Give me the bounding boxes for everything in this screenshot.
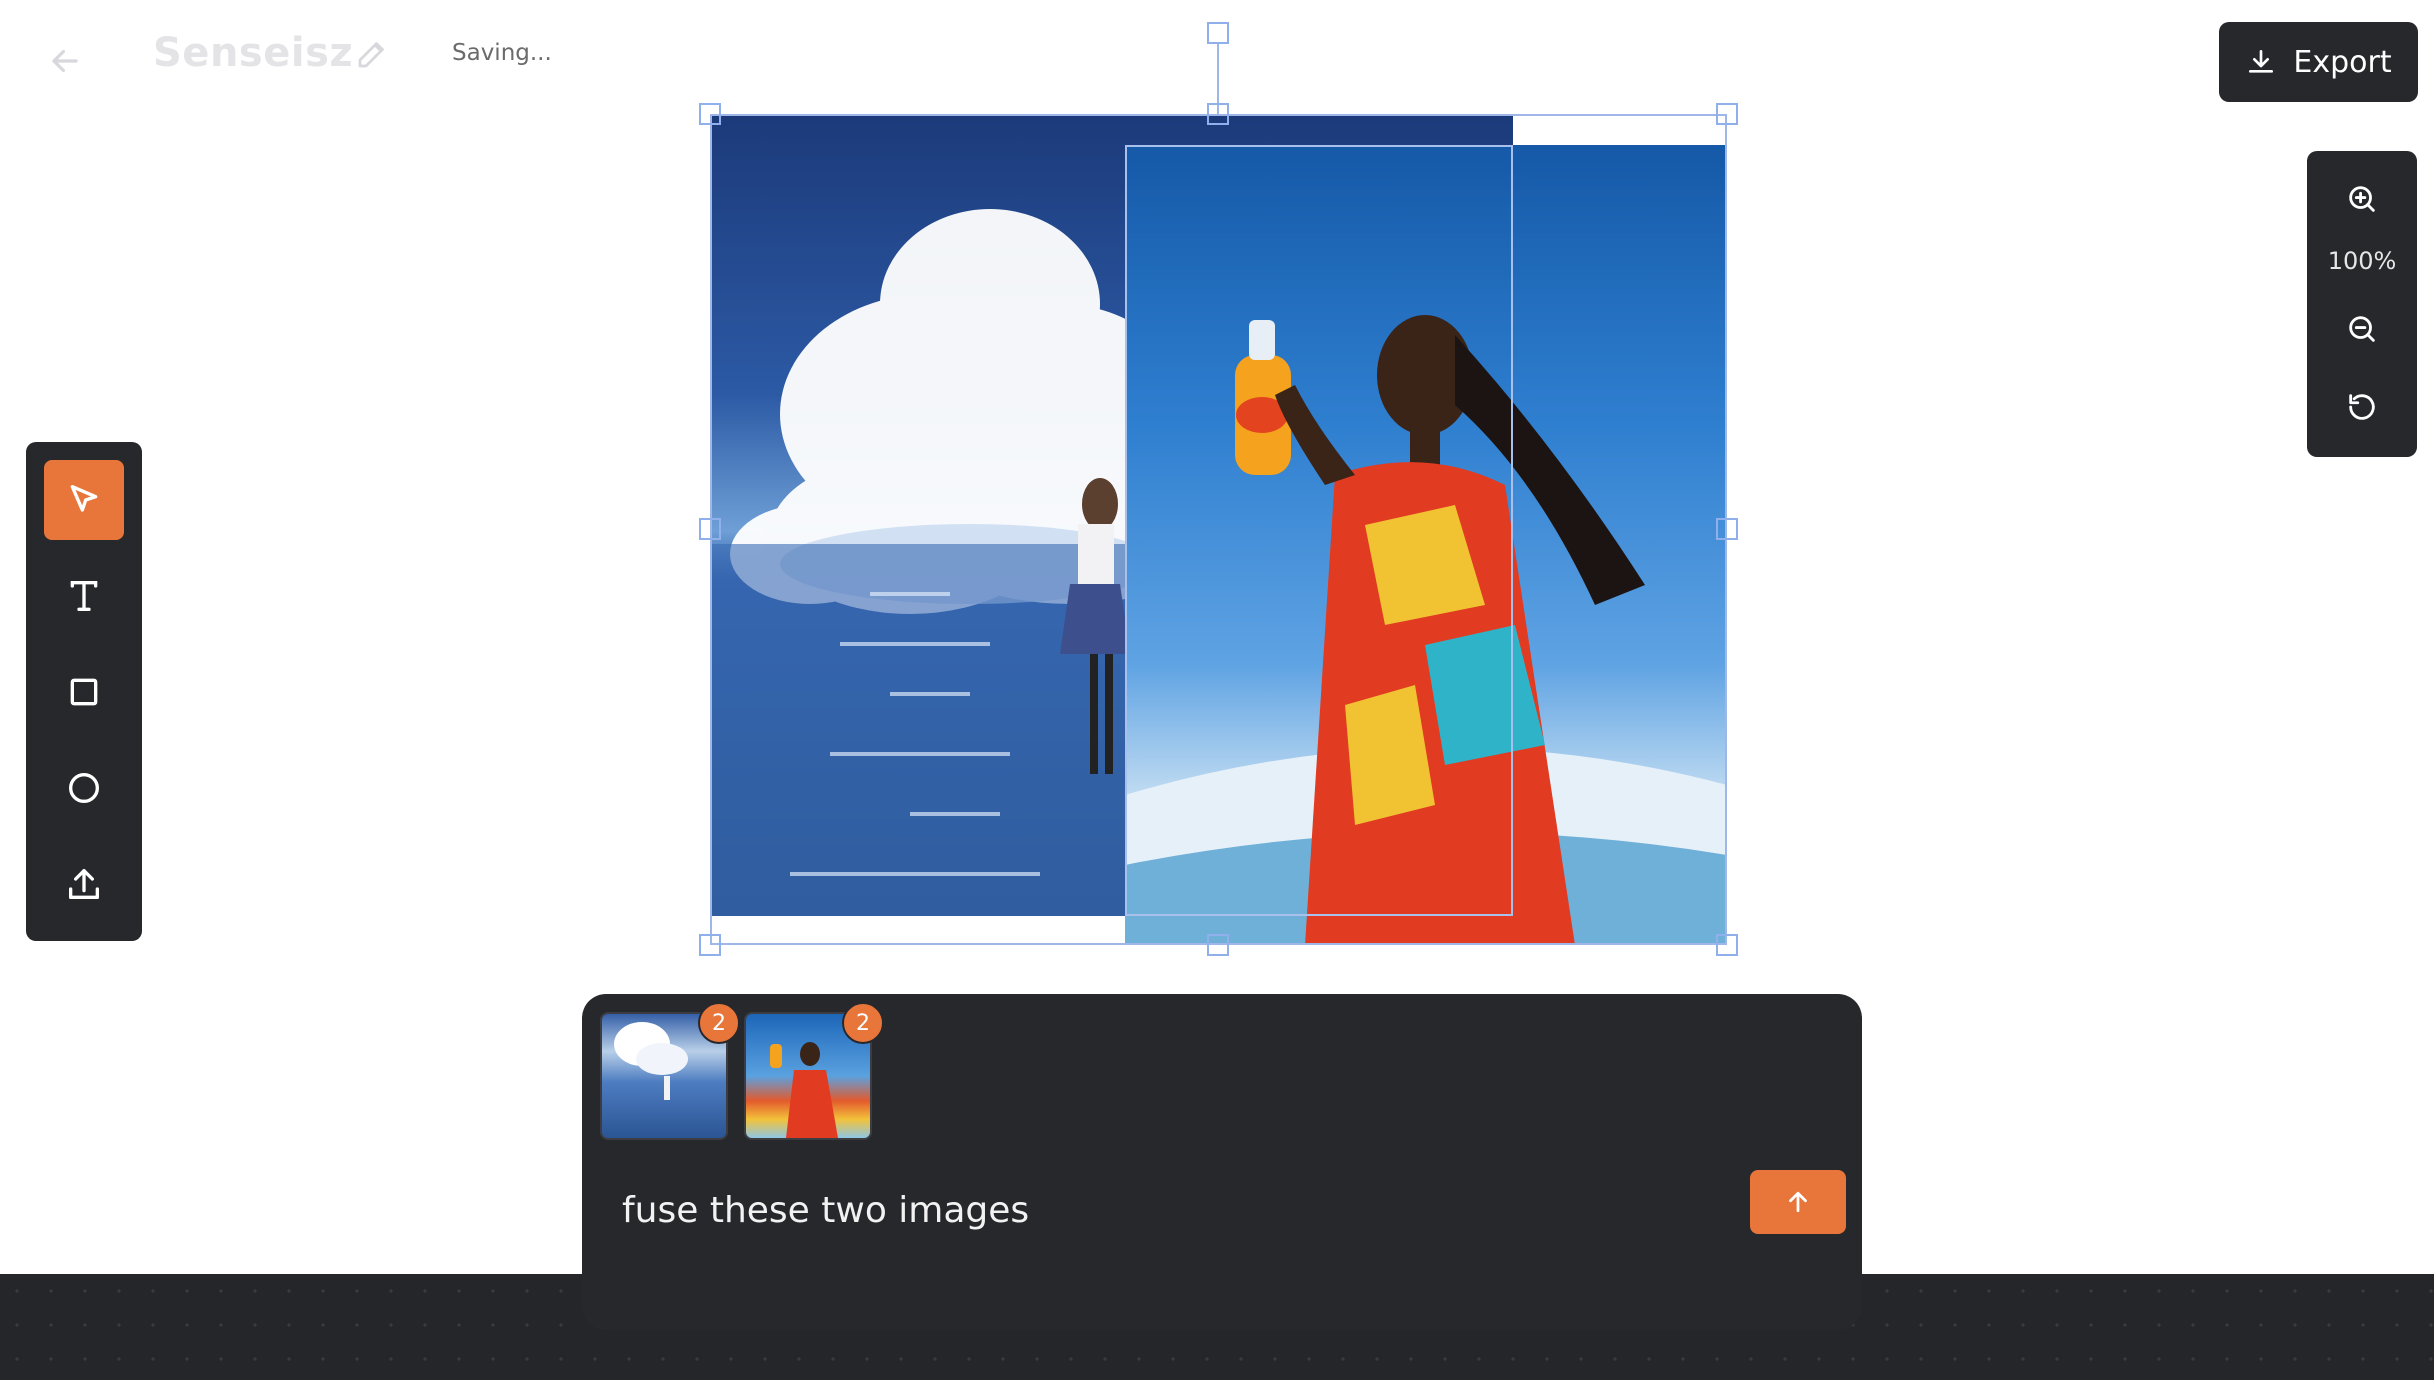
pencil-icon bbox=[358, 42, 384, 68]
export-label: Export bbox=[2293, 44, 2392, 80]
attachment-badge: 2 bbox=[842, 1002, 884, 1044]
zoom-in-icon bbox=[2349, 186, 2375, 212]
reset-zoom-button[interactable] bbox=[2338, 383, 2386, 431]
arrow-up-icon bbox=[1789, 1191, 1807, 1213]
upload-tool[interactable] bbox=[44, 844, 124, 924]
prompt-input[interactable]: fuse these two images bbox=[622, 1190, 1029, 1231]
export-button[interactable]: Export bbox=[2219, 22, 2418, 102]
download-icon bbox=[2249, 50, 2274, 73]
resize-handle-bottom-left[interactable] bbox=[699, 934, 721, 956]
upload-icon bbox=[69, 869, 100, 899]
prompt-panel: 2 2 fuse these two images bbox=[582, 994, 1862, 1330]
zoom-out-button[interactable] bbox=[2338, 305, 2386, 353]
text-icon bbox=[70, 581, 98, 611]
save-status: Saving... bbox=[452, 40, 552, 66]
resize-handle-top-right[interactable] bbox=[1716, 103, 1738, 125]
ellipse-tool[interactable] bbox=[44, 748, 124, 828]
resize-handle-bottom-right[interactable] bbox=[1716, 934, 1738, 956]
text-tool[interactable] bbox=[44, 556, 124, 636]
reset-icon bbox=[2349, 394, 2375, 420]
resize-handle-top-left[interactable] bbox=[699, 103, 721, 125]
zoom-in-button[interactable] bbox=[2338, 175, 2386, 223]
zoom-out-icon bbox=[2349, 316, 2375, 342]
tool-panel bbox=[26, 442, 142, 941]
project-title[interactable]: Senseisz bbox=[153, 30, 353, 76]
resize-handle-left[interactable] bbox=[699, 518, 721, 540]
zoom-level: 100% bbox=[2327, 247, 2397, 275]
attachment-badge: 2 bbox=[698, 1002, 740, 1044]
rename-button[interactable] bbox=[354, 36, 394, 76]
zoom-controls: 100% bbox=[2307, 151, 2417, 457]
circle-icon bbox=[69, 773, 99, 803]
back-arrow-icon bbox=[52, 49, 78, 73]
rectangle-tool[interactable] bbox=[44, 652, 124, 732]
send-button[interactable] bbox=[1750, 1170, 1846, 1234]
square-icon bbox=[70, 678, 98, 706]
rotation-handle[interactable] bbox=[1207, 22, 1229, 44]
back-button[interactable] bbox=[40, 36, 90, 86]
resize-handle-bottom[interactable] bbox=[1207, 934, 1229, 956]
inner-selection-box bbox=[1125, 145, 1513, 916]
cursor-icon bbox=[70, 485, 98, 512]
resize-handle-right[interactable] bbox=[1716, 518, 1738, 540]
resize-handle-top[interactable] bbox=[1207, 103, 1229, 125]
select-tool[interactable] bbox=[44, 460, 124, 540]
